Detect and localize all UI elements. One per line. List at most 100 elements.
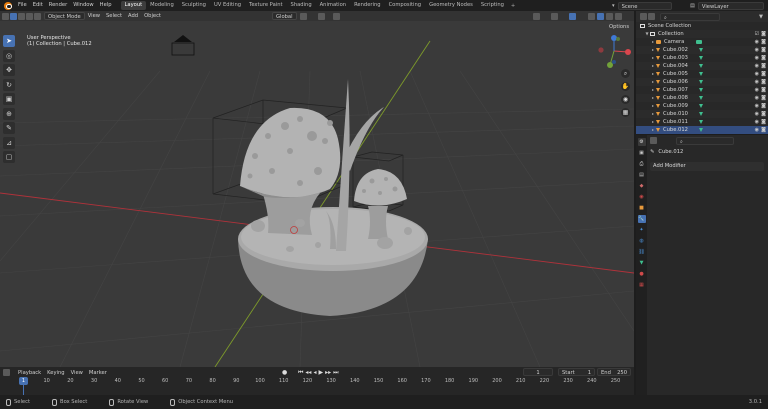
next-key-icon[interactable]: ▸▸ <box>325 369 331 377</box>
jump-end-icon[interactable]: ⏭ <box>333 369 338 377</box>
pan-hand-icon[interactable]: ✋ <box>621 82 630 91</box>
collection-checkbox-icon[interactable]: ☑ <box>755 30 759 38</box>
scene-collection-row[interactable]: Scene Collection <box>636 22 768 30</box>
visibility-eye-icon[interactable]: ◉ <box>755 38 759 46</box>
scene-field[interactable]: Scene <box>617 1 672 10</box>
visibility-eye-icon[interactable]: ◉ <box>755 126 759 134</box>
timeline-menu-view[interactable]: View <box>68 369 86 377</box>
render-visibility-icon[interactable]: ◙ <box>761 78 766 86</box>
proportional-edit-icon[interactable] <box>333 12 340 20</box>
camera-view-icon[interactable]: ◉ <box>621 95 630 104</box>
play-reverse-icon[interactable]: ◂ <box>313 369 316 377</box>
mesh-data-icon[interactable] <box>699 120 703 124</box>
render-visibility-icon[interactable]: ◙ <box>761 118 766 126</box>
material-shading-icon[interactable] <box>606 12 613 20</box>
wireframe-shading-icon[interactable] <box>588 12 595 20</box>
move-tool-icon[interactable]: ✥ <box>3 64 15 76</box>
outliner-item[interactable]: ▸ Cube.005 ◉ ◙ <box>636 70 768 78</box>
record-icon[interactable]: ● <box>282 369 287 376</box>
viewport-menu-add[interactable]: Add <box>125 12 141 20</box>
viewport-menu-select[interactable]: Select <box>103 12 125 20</box>
annotate-tool-icon[interactable]: ✎ <box>3 122 15 134</box>
options-dropdown[interactable]: Options <box>606 23 632 31</box>
snap-icon[interactable] <box>318 12 325 20</box>
outliner-item[interactable]: ▸ Cube.003 ◉ ◙ <box>636 54 768 62</box>
blender-logo-icon[interactable] <box>4 1 12 10</box>
workspace-tab-geometry-nodes[interactable]: Geometry Nodes <box>425 1 477 10</box>
workspace-tab-shading[interactable]: Shading <box>287 1 316 10</box>
outliner-editor-icon[interactable] <box>640 13 647 20</box>
visibility-eye-icon[interactable]: ◉ <box>755 54 759 62</box>
texture-tab-icon[interactable]: ▦ <box>638 281 646 289</box>
end-frame-field[interactable]: End 250 <box>597 368 631 376</box>
pivot-icon[interactable] <box>300 12 307 20</box>
visibility-eye-icon[interactable]: ◉ <box>755 102 759 110</box>
rotate-tool-icon[interactable]: ↻ <box>3 78 15 91</box>
scale-tool-icon[interactable]: ▣ <box>3 93 15 105</box>
editor-type-icon[interactable] <box>2 12 9 20</box>
mesh-data-icon[interactable] <box>699 128 703 132</box>
mesh-data-icon[interactable] <box>699 64 703 68</box>
solid-shading-icon[interactable] <box>597 12 604 20</box>
prev-key-icon[interactable]: ◂◂ <box>305 369 311 377</box>
collection-render-icon[interactable]: ◙ <box>761 30 766 38</box>
viewport-menu-view[interactable]: View <box>85 12 103 20</box>
modifier-tab-icon[interactable]: 🔧 <box>637 215 646 223</box>
particles-tab-icon[interactable]: ✦ <box>638 226 646 234</box>
select-mode-extend-icon[interactable] <box>18 12 25 20</box>
workspace-tab-texture-paint[interactable]: Texture Paint <box>245 1 286 10</box>
visibility-eye-icon[interactable]: ◉ <box>755 94 759 102</box>
transform-tool-icon[interactable]: ⊕ <box>3 107 15 120</box>
add-workspace-icon[interactable]: + <box>508 3 518 9</box>
workspace-tab-scripting[interactable]: Scripting <box>477 1 508 10</box>
outliner-item[interactable]: ▸ Cube.004 ◉ ◙ <box>636 62 768 70</box>
overlay-icon[interactable] <box>569 12 576 20</box>
timeline-editor-icon[interactable] <box>3 369 10 376</box>
jump-start-icon[interactable]: ⏮ <box>298 369 303 377</box>
render-visibility-icon[interactable]: ◙ <box>761 94 766 102</box>
world-tab-icon[interactable]: ◉ <box>638 193 646 201</box>
workspace-tab-rendering[interactable]: Rendering <box>350 1 385 10</box>
outliner-filter-icon[interactable]: ▼ <box>759 14 763 20</box>
timeline-menu-marker[interactable]: Marker <box>86 369 110 377</box>
select-mode-subtract-icon[interactable] <box>26 12 33 20</box>
visibility-eye-icon[interactable]: ◉ <box>755 78 759 86</box>
mode-dropdown[interactable]: Object Mode <box>44 12 85 20</box>
outliner-item[interactable]: ▸ Cube.002 ◉ ◙ <box>636 46 768 54</box>
physics-tab-icon[interactable]: ◍ <box>638 237 646 245</box>
view-layer-field[interactable]: ViewLayer <box>697 1 764 10</box>
workspace-tab-sculpting[interactable]: Sculpting <box>178 1 210 10</box>
menu-help[interactable]: Help <box>97 0 115 11</box>
visibility-eye-icon[interactable]: ◉ <box>755 118 759 126</box>
mesh-data-icon[interactable] <box>699 104 703 108</box>
visibility-eye-icon[interactable]: ◉ <box>755 70 759 78</box>
frame-ruler[interactable]: 0102030405060708090100110120130140150160… <box>0 377 634 385</box>
start-frame-field[interactable]: Start 1 <box>558 368 595 376</box>
data-tab-icon[interactable]: ▼ <box>638 259 646 267</box>
measure-tool-icon[interactable]: ⊿ <box>3 136 15 149</box>
render-visibility-icon[interactable]: ◙ <box>761 54 766 62</box>
visibility-eye-icon[interactable]: ◉ <box>755 110 759 118</box>
menu-edit[interactable]: Edit <box>30 0 46 11</box>
render-visibility-icon[interactable]: ◙ <box>761 86 766 94</box>
workspace-tab-modeling[interactable]: Modeling <box>146 1 178 10</box>
workspace-tab-layout[interactable]: Layout <box>120 1 147 10</box>
select-mode-invert-icon[interactable] <box>34 12 41 20</box>
visibility-eye-icon[interactable]: ◉ <box>755 46 759 54</box>
rendered-shading-icon[interactable] <box>615 12 622 20</box>
properties-search-input[interactable]: ⌕ <box>676 136 734 145</box>
menu-window[interactable]: Window <box>70 0 96 11</box>
mesh-data-icon[interactable] <box>699 56 703 60</box>
scene-tab-icon[interactable]: ◆ <box>638 182 646 190</box>
constraints-tab-icon[interactable]: ⛓ <box>638 248 646 256</box>
outliner-item[interactable]: ▸ Cube.008 ◉ ◙ <box>636 94 768 102</box>
camera-data-icon[interactable] <box>696 40 702 44</box>
render-visibility-icon[interactable]: ◙ <box>761 110 766 118</box>
render-visibility-icon[interactable]: ◙ <box>761 62 766 70</box>
outliner-item[interactable]: ▸ Cube.007 ◉ ◙ <box>636 86 768 94</box>
workspace-tab-animation[interactable]: Animation <box>316 1 350 10</box>
outliner-item[interactable]: ▸ Cube.011 ◉ ◙ <box>636 118 768 126</box>
render-visibility-icon[interactable]: ◙ <box>761 126 766 134</box>
render-tab-icon[interactable]: ▣ <box>638 149 646 157</box>
viewport-scene[interactable] <box>0 11 634 367</box>
